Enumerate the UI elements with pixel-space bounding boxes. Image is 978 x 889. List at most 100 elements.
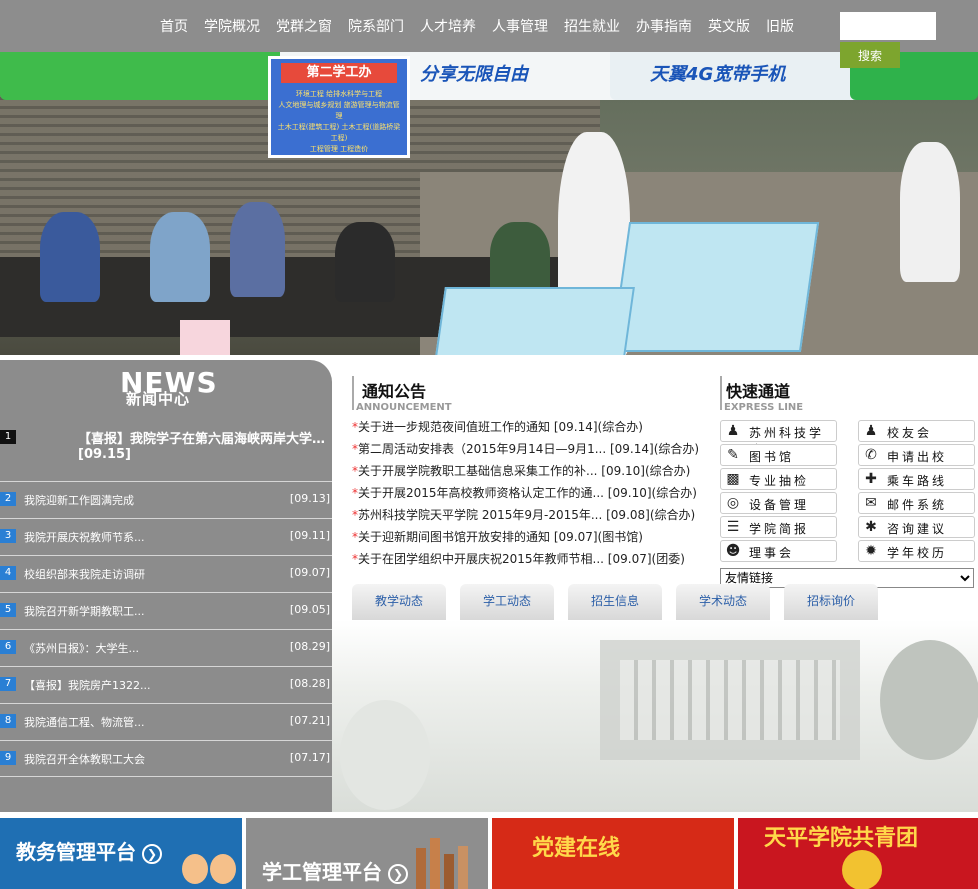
notice-subtitle: ANNOUNCEMENT [356,402,452,413]
student-figure [150,212,210,302]
notice-item[interactable]: *苏州科技学院天平学院 2015年9月-2015年... [09.08](综合办… [352,506,712,528]
notice-item[interactable]: *关于迎新期间图书馆开放安排的通知 [09.07](图书馆) [352,528,712,550]
news-item[interactable]: 7 【喜报】我院房产1322... [08.28] [0,666,332,703]
news-item[interactable]: 2 我院迎新工作圆满完成 [09.13] [0,481,332,518]
quick-link-bus-route[interactable]: ✚ 乘车路线 [858,468,975,490]
nav-personnel[interactable]: 人事管理 [492,16,548,36]
news-title[interactable]: 校组织部来我院走访调研 [24,566,244,582]
nav-party-window[interactable]: 党群之窗 [276,16,332,36]
people-icon: ♟ [864,423,878,439]
campus-building [600,640,860,760]
tab-teaching-news[interactable]: 教学动态 [352,584,446,620]
news-title[interactable]: 我院通信工程、物流管... [24,714,244,730]
tent-slogan: 分享无限自由 [420,64,528,85]
student-figure [335,222,395,302]
quick-link-calendar[interactable]: ✹ 学年校历 [858,540,975,562]
youth-league-banner[interactable]: 天平学院共青团 [738,818,978,889]
notice-text[interactable]: 关于迎新期间图书馆开放安排的通知 [09.07](图书馆) [358,530,643,544]
news-item[interactable]: 9 我院召开全体教职工大会 [07.17] [0,740,332,777]
hero-banner-photo: 分享无限自由 天翼4G宽带手机 第二学工办 环境工程 给排水科学与工程 人文地理… [0,52,978,355]
quick-link-library[interactable]: ✎ 图书馆 [720,444,837,466]
quick-link-alumni[interactable]: ♟ 校友会 [858,420,975,442]
quick-link-label: 咨询建议 [887,522,948,536]
nav-old-version[interactable]: 旧版 [766,16,794,36]
platform-label: 党建在线 [532,836,621,861]
sign-line: 工程管理 工程造价 [309,145,369,153]
nav-talent-training[interactable]: 人才培养 [420,16,476,36]
table-sign [180,320,230,355]
tent-canopy [0,52,300,100]
nav-admissions[interactable]: 招生就业 [564,16,620,36]
news-item[interactable]: 3 我院开展庆祝教师节系... [09.11] [0,518,332,555]
party-building-banner[interactable]: 党建在线 [492,818,734,889]
notice-item[interactable]: *第二周活动安排表（2015年9月14日—9月1... [09.14](综合办) [352,440,712,462]
student-figure [40,212,100,302]
notice-text[interactable]: 关于开展学院教职工基础信息采集工作的补... [09.10](综合办) [358,464,690,478]
news-date: [09.13] [289,492,330,505]
cartoon-figure [182,854,208,884]
news-title[interactable]: 【喜报】我院房产1322... [24,677,244,693]
nav-home[interactable]: 首页 [160,16,188,36]
academic-platform-banner[interactable]: 教务管理平台 ❯ [0,818,242,889]
star-icon: ✱ [865,519,877,535]
notice-item[interactable]: *关于开展学院教职工基础信息采集工作的补... [09.10](综合办) [352,462,712,484]
student-affairs-platform-banner[interactable]: 学工管理平台 ❯ [246,818,488,889]
quick-link-equipment[interactable]: ◎ 设备管理 [720,492,837,514]
nav-english[interactable]: 英文版 [708,16,750,36]
news-date: [09.11] [289,529,330,542]
quick-link-council[interactable]: ☻ 理事会 [720,540,837,562]
tab-student-affairs[interactable]: 学工动态 [460,584,554,620]
tab-bidding[interactable]: 招标询价 [784,584,878,620]
notice-item[interactable]: *关于进一步规范夜间值班工作的通知 [09.14](综合办) [352,418,712,440]
news-title[interactable]: 我院开展庆祝教师节系... [24,529,244,545]
student-figure [900,142,960,282]
news-title[interactable]: 我院召开新学期教职工... [24,603,244,619]
nav-guide[interactable]: 办事指南 [636,16,692,36]
tab-academic-news[interactable]: 学术动态 [676,584,770,620]
news-item[interactable]: 5 我院召开新学期教职工... [09.05] [0,592,332,629]
target-icon: ◎ [726,495,740,511]
notice-text[interactable]: 第二周活动安排表（2015年9月14日—9月1... [09.14](综合办) [358,442,699,456]
news-date: [07.21] [289,714,330,727]
news-number: 8 [0,714,16,728]
notice-item[interactable]: *关于在团学组织中开展庆祝2015年教师节相... [09.07](团委) [352,550,712,572]
news-panel: NEWS 新闻中心 1 【喜报】我院学子在第六届海峡两岸大学生孙... [09.… [0,360,332,812]
news-number: 5 [0,603,16,617]
news-title[interactable]: 我院召开全体教职工大会 [24,751,244,767]
search-input[interactable] [840,12,936,40]
quick-link-leave-request[interactable]: ✆ 申请出校 [858,444,975,466]
book-spine [458,846,468,889]
news-date: [08.29] [289,640,330,653]
sign-line: 环境工程 给排水科学与工程 [295,90,383,98]
quick-link-suggestions[interactable]: ✱ 咨询建议 [858,516,975,538]
news-title[interactable]: 《苏州日报》：大学生... [24,640,244,656]
department-sign: 第二学工办 环境工程 给排水科学与工程 人文地理与城乡规划 旅游管理与物流管理 … [268,56,410,158]
quick-link-label: 申请出校 [887,450,948,464]
news-list: 2 我院迎新工作圆满完成 [09.13] 3 我院开展庆祝教师节系... [09.11]… [0,481,332,777]
notice-item[interactable]: *关于开展2015年高校教师资格认定工作的通... [09.10](综合办) [352,484,712,506]
featured-news-title[interactable]: 【喜报】我院学子在第六届海峡两岸大学生孙... [78,428,330,447]
nav-college-overview[interactable]: 学院概况 [204,16,260,36]
quick-link-mail[interactable]: ✉ 邮件系统 [858,492,975,514]
platform-label: 学工管理平台 ❯ [262,856,408,885]
tab-admissions-info[interactable]: 招生信息 [568,584,662,620]
nav-departments[interactable]: 院系部门 [348,16,404,36]
sign-line: 人文地理与城乡规划 旅游管理与物流管理 [278,101,400,120]
notice-text[interactable]: 关于进一步规范夜间值班工作的通知 [09.14](综合办) [358,420,643,434]
notice-text[interactable]: 关于开展2015年高校教师资格认定工作的通... [09.10](综合办) [358,486,697,500]
book-spine [416,848,426,889]
news-item[interactable]: 6 《苏州日报》：大学生... [08.29] [0,629,332,666]
info-board [610,222,820,352]
news-item[interactable]: 4 校组织部来我院走访调研 [09.07] [0,555,332,592]
news-date: [08.28] [289,677,330,690]
notice-text[interactable]: 关于在团学组织中开展庆祝2015年教师节相... [09.07](团委) [358,552,685,566]
news-title[interactable]: 我院迎新工作圆满完成 [24,492,244,508]
quick-link-suzhou-university[interactable]: ♟苏州科技学院 [720,420,837,457]
search-button[interactable]: 搜索 [840,42,900,68]
category-tabs: 教学动态 学工动态 招生信息 学术动态 招标询价 [352,584,912,620]
quick-link-briefing[interactable]: ☰ 学院简报 [720,516,837,538]
featured-news[interactable]: 1 【喜报】我院学子在第六届海峡两岸大学生孙... [09.15] [0,426,332,482]
news-item[interactable]: 8 我院通信工程、物流管... [07.21] [0,703,332,740]
notice-text[interactable]: 苏州科技学院天平学院 2015年9月-2015年... [09.08](综合办) [358,508,695,522]
quick-link-major-inspection[interactable]: ▩ 专业抽检 [720,468,837,490]
